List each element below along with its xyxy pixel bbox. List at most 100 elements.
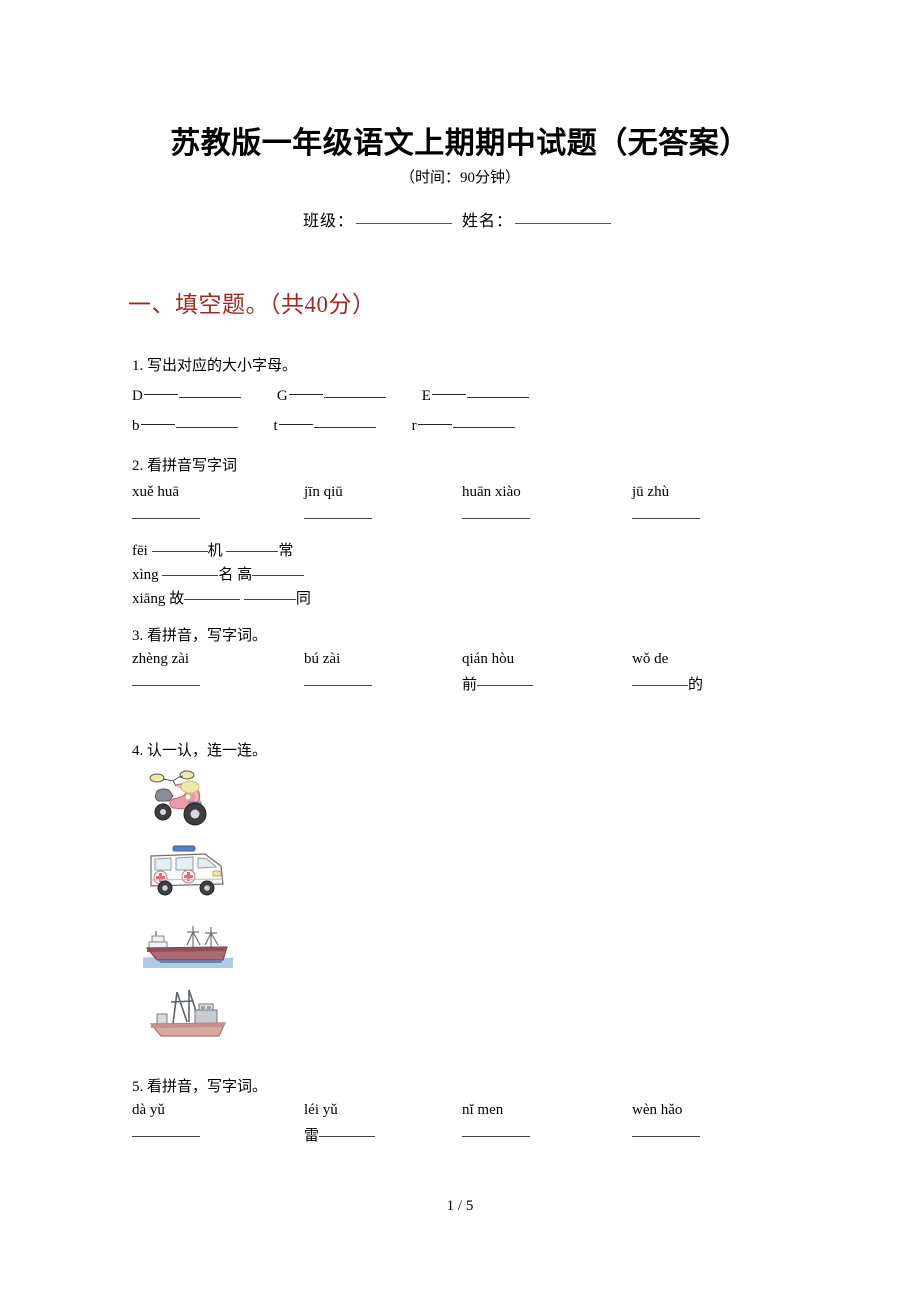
pinyin-label: xuě huā (132, 484, 180, 500)
question-3-answer-row: 前 的 (132, 674, 792, 702)
answer-blank[interactable] (252, 574, 305, 576)
answer-blank[interactable] (175, 426, 238, 428)
question-5-answer-row: 雷 (132, 1125, 792, 1153)
answer-blank[interactable] (243, 598, 296, 600)
answer-blank[interactable] (313, 426, 376, 428)
char-hint: 机 (207, 543, 223, 559)
question-3: 3. 看拼音，写字词。 zhèng zài bú zài qián hòu wǒ… (132, 625, 792, 702)
answer-blank[interactable] (323, 396, 386, 398)
fill-row: fēi 机 常 (132, 539, 792, 563)
question-1-stem: 1. 写出对应的大小字母。 (132, 358, 298, 374)
pinyin-label: zhèng zài (132, 651, 190, 667)
pinyin-label: nǐ men (462, 1102, 504, 1118)
pinyin-label: xìng (132, 567, 159, 583)
char-hint: 同 (295, 591, 311, 607)
fill-row: xiāng 故 同 (132, 587, 792, 611)
question-1-row-uppercase: DGE (132, 385, 529, 408)
answer-blank[interactable] (151, 550, 208, 552)
char-hint: 前 (462, 677, 478, 693)
student-info-line: 班级： 姓名： (0, 207, 920, 231)
class-label: 班级： (302, 213, 354, 230)
fishing-boat-image (143, 984, 233, 1046)
dash-icon (417, 423, 452, 425)
char-hint: 常 (278, 543, 294, 559)
pinyin-label: bú zài (304, 651, 341, 667)
answer-blank[interactable] (132, 517, 200, 519)
pinyin-label: fēi (132, 543, 148, 559)
answer-blank[interactable] (632, 1135, 700, 1137)
letter-item: b (132, 415, 238, 438)
answer-blank[interactable] (632, 517, 700, 519)
answer-blank[interactable] (319, 1135, 376, 1137)
pinyin-label: léi yǔ (304, 1102, 338, 1118)
cargo-ship-image (143, 912, 233, 974)
pinyin-label: dà yǔ (132, 1102, 165, 1118)
dash-icon (143, 393, 178, 395)
ambulance-image (143, 840, 233, 902)
pinyin-label: wèn hǎo (632, 1102, 683, 1118)
section-heading: 一、填空题。（共40分） (128, 292, 376, 317)
answer-blank[interactable] (466, 396, 529, 398)
pinyin-label: jū zhù (632, 484, 670, 500)
class-blank[interactable] (356, 222, 452, 224)
pinyin-label: wǒ de (632, 651, 669, 667)
page-title: 苏教版一年级语文上期期中试题（无答案） (170, 127, 750, 160)
question-2-pinyin-row: xuě huā jīn qiū huān xiào jū zhù (132, 481, 792, 507)
letter-prompt: D (132, 388, 143, 404)
pinyin-label: qián hòu (462, 651, 515, 667)
answer-blank[interactable] (184, 598, 241, 600)
question-2: 2. 看拼音写字词 xuě huā jīn qiū huān xiào jū z… (132, 455, 792, 611)
question-4: 4. 认一认，连一连。 (132, 740, 267, 763)
answer-blank[interactable] (462, 1135, 530, 1137)
question-1-row-lowercase: btr (132, 415, 529, 438)
question-1: 1. 写出对应的大小字母。 D G E b t r (132, 355, 529, 438)
dash-icon (288, 393, 323, 395)
answer-blank[interactable] (304, 517, 372, 519)
letter-item: D (132, 385, 241, 408)
answer-blank[interactable] (452, 426, 515, 428)
page-number: 1 / 5 (446, 1198, 474, 1214)
name-label: 姓名： (462, 213, 514, 230)
dash-icon (140, 423, 175, 425)
question-4-stem: 4. 认一认，连一连。 (132, 743, 268, 759)
letter-prompt: r (411, 418, 417, 434)
letter-prompt: E (421, 388, 431, 404)
char-hint: 高 (237, 567, 253, 583)
answer-blank[interactable] (632, 684, 688, 686)
answer-blank[interactable] (178, 396, 241, 398)
answer-blank[interactable] (226, 550, 279, 552)
answer-blank[interactable] (304, 684, 372, 686)
dash-icon (431, 393, 466, 395)
question-5: 5. 看拼音，写字词。 dà yǔ léi yǔ nǐ men wèn hǎo … (132, 1076, 792, 1153)
letter-item: r (412, 415, 515, 438)
letter-prompt: G (276, 388, 288, 404)
question-3-stem: 3. 看拼音，写字词。 (132, 628, 268, 644)
answer-blank[interactable] (132, 1135, 200, 1137)
char-hint: 故 (169, 591, 185, 607)
char-hint: 名 (218, 567, 234, 583)
question-5-stem: 5. 看拼音，写字词。 (132, 1079, 268, 1095)
fill-row: xìng 名 高 (132, 563, 792, 587)
letter-item: E (422, 385, 529, 408)
question-2-fill-rows: fēi 机 常 xìng 名 高 xiāng 故 同 (132, 539, 792, 611)
exam-page: 苏教版一年级语文上期期中试题（无答案） （时间：90分钟） 班级： 姓名： 一、… (0, 0, 920, 1302)
pinyin-label: jīn qiū (304, 484, 343, 500)
char-hint: 雷 (304, 1128, 320, 1144)
dash-icon (278, 423, 313, 425)
question-2-answer-row (132, 507, 792, 535)
scooter-image (143, 768, 233, 830)
answer-blank[interactable] (132, 684, 200, 686)
answer-blank[interactable] (477, 684, 534, 686)
char-hint: 的 (688, 677, 704, 693)
letter-item: t (274, 415, 376, 438)
name-blank[interactable] (515, 222, 612, 224)
letter-prompt: b (132, 418, 140, 434)
question-2-stem: 2. 看拼音写字词 (132, 458, 238, 474)
question-5-pinyin-row: dà yǔ léi yǔ nǐ men wèn hǎo (132, 1099, 792, 1125)
answer-blank[interactable] (162, 574, 219, 576)
exam-duration: （时间：90分钟） (399, 170, 520, 186)
pinyin-label: xiāng (132, 591, 166, 607)
pinyin-label: huān xiào (462, 484, 521, 500)
letter-item: G (277, 385, 386, 408)
answer-blank[interactable] (462, 517, 530, 519)
